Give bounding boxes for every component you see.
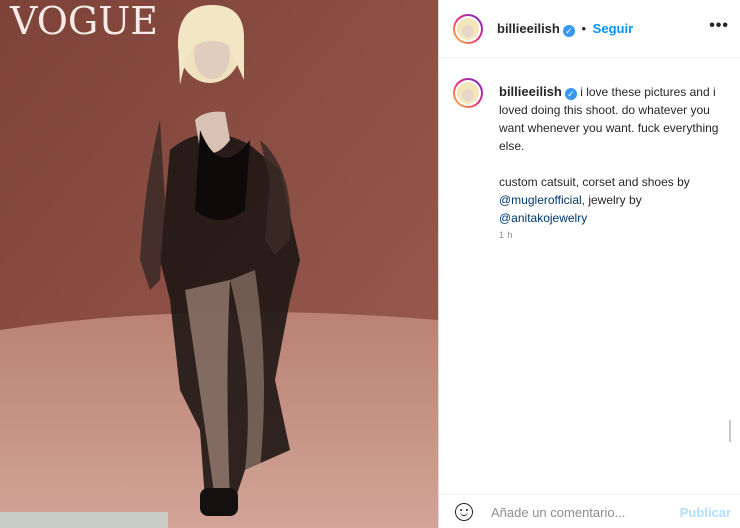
post-timestamp[interactable]: 1 h <box>499 230 513 240</box>
caption-username[interactable]: billieeilish <box>499 84 562 99</box>
post-caption: billieeilish ✓ i love these pictures and … <box>499 83 729 227</box>
header-separator: • <box>581 21 587 36</box>
emoji-icon[interactable] <box>455 503 473 521</box>
avatar[interactable] <box>453 14 483 44</box>
avatar-image <box>457 82 479 104</box>
mention-link[interactable]: @anitakojewelry <box>499 211 587 225</box>
caption-credits-mid: , jewelry by <box>581 193 642 207</box>
header-user-line: billieeilish ✓ • Seguir <box>497 21 633 37</box>
caption-scrollbar[interactable] <box>729 420 731 442</box>
caption-avatar[interactable] <box>453 78 483 108</box>
caption-credits-prefix: custom catsuit, corset and shoes by <box>499 175 690 189</box>
post-photo[interactable]: VOGUE <box>0 0 438 528</box>
publish-button[interactable]: Publicar <box>680 505 731 520</box>
verified-badge-icon: ✓ <box>564 88 577 100</box>
comment-bar: Añade un comentario... Publicar <box>439 494 740 528</box>
post-header: billieeilish ✓ • Seguir ••• <box>439 0 740 58</box>
verified-badge-icon: ✓ <box>562 25 575 37</box>
follow-button[interactable]: Seguir <box>593 21 633 36</box>
more-options-icon[interactable]: ••• <box>709 17 729 35</box>
header-username[interactable]: billieeilish <box>497 21 560 36</box>
post-side-panel: billieeilish ✓ • Seguir ••• billieeilish ✓… <box>438 0 740 528</box>
photo-illustration <box>0 0 438 528</box>
mention-link[interactable]: @muglerofficial <box>499 193 582 207</box>
avatar-image <box>457 18 479 40</box>
comment-input[interactable]: Añade un comentario... <box>491 505 625 520</box>
magazine-logo: VOGUE <box>10 0 159 43</box>
